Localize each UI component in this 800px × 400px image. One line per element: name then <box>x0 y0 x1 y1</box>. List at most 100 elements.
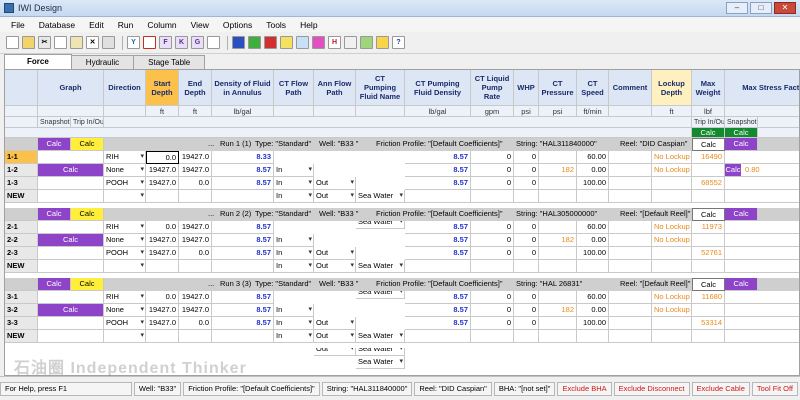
new-row-cell[interactable] <box>212 330 274 343</box>
new-row-cell[interactable] <box>38 260 104 273</box>
new-row-cell[interactable] <box>577 190 609 203</box>
cell-weight[interactable] <box>692 234 725 247</box>
cell-dir[interactable]: RIH <box>104 221 146 234</box>
cell-speed[interactable]: 60.00 <box>577 221 609 234</box>
new-row-cell[interactable] <box>179 190 212 203</box>
cell-rate[interactable]: 0 <box>471 304 514 317</box>
print-icon[interactable] <box>102 36 115 49</box>
cell-press[interactable] <box>539 177 577 190</box>
header-graph[interactable]: Graph <box>38 70 104 106</box>
new-row-cell[interactable] <box>314 330 356 343</box>
new-row-cell[interactable] <box>212 260 274 273</box>
cell-comment[interactable] <box>609 304 652 317</box>
new-row-cell[interactable] <box>471 260 514 273</box>
new-row-cell[interactable] <box>314 260 356 273</box>
header-ct-liquid-rate[interactable]: CT Liquid Pump Rate <box>471 70 514 106</box>
new-row-cell[interactable] <box>405 330 471 343</box>
cell-rate[interactable]: 0 <box>471 177 514 190</box>
cell-weight[interactable]: 52761 <box>692 247 725 260</box>
maximize-button[interactable]: □ <box>750 2 772 14</box>
new-row-cell[interactable] <box>104 190 146 203</box>
cell-press[interactable]: 182 <box>539 164 577 177</box>
cell-graph[interactable]: Calc <box>38 304 104 317</box>
cell-lockup[interactable] <box>652 177 692 190</box>
header-density[interactable]: Density of Fluid in Annulus <box>212 70 274 106</box>
cell-press[interactable] <box>539 151 577 164</box>
cell-fdens[interactable]: 8.57 <box>405 304 471 317</box>
grid-icon[interactable] <box>296 36 309 49</box>
new-row-cell[interactable] <box>274 330 314 343</box>
cell-rate[interactable]: 0 <box>471 234 514 247</box>
run-calc-trip-button[interactable]: Calc <box>71 208 104 221</box>
cell-dir[interactable]: None <box>104 234 146 247</box>
cell-speed[interactable]: 100.00 <box>577 247 609 260</box>
tab-force[interactable]: Force <box>4 54 72 69</box>
run-calc-snapshot-button[interactable]: Calc <box>38 138 71 151</box>
cell-whp[interactable]: 0 <box>514 291 539 304</box>
header-ann-flow[interactable]: Ann Flow Path <box>314 70 356 106</box>
cell-stress[interactable]: Calc 0.80 <box>725 164 799 177</box>
cell-id[interactable]: 3-3 <box>5 317 38 330</box>
cell-whp[interactable]: 0 <box>514 247 539 260</box>
menu-column[interactable]: Column <box>140 20 183 30</box>
new-row-cell[interactable] <box>179 330 212 343</box>
red-icon[interactable] <box>264 36 277 49</box>
cell-graph[interactable] <box>38 151 104 164</box>
close-button[interactable]: ✕ <box>774 2 796 14</box>
new-row-cell[interactable] <box>652 330 692 343</box>
cell-fluid[interactable]: Sea Water <box>356 356 405 369</box>
new-row-cell[interactable] <box>146 330 179 343</box>
cell-comment[interactable] <box>609 234 652 247</box>
new-file-icon[interactable] <box>6 36 19 49</box>
cell-lockup[interactable] <box>652 317 692 330</box>
menu-edit[interactable]: Edit <box>82 20 111 30</box>
cell-whp[interactable]: 0 <box>514 221 539 234</box>
bars-icon[interactable] <box>376 36 389 49</box>
cell-end[interactable]: 19427.0 <box>179 304 212 317</box>
status-tool-fit[interactable]: Tool Fit Off <box>751 381 798 396</box>
header-lockup[interactable]: Lockup Depth <box>652 70 692 106</box>
cell-graph[interactable] <box>38 221 104 234</box>
cell-weight[interactable]: 68552 <box>692 177 725 190</box>
list-icon[interactable] <box>207 36 220 49</box>
run-calc-stress-button[interactable]: Calc <box>725 138 758 151</box>
new-row-label[interactable]: NEW <box>5 330 38 343</box>
cell-id[interactable]: 3-2 <box>5 304 38 317</box>
tab-hydraulic[interactable]: Hydraulic <box>70 55 135 69</box>
open-folder-icon[interactable] <box>22 36 35 49</box>
new-row-cell[interactable] <box>725 190 799 203</box>
cell-comment[interactable] <box>609 221 652 234</box>
cell-speed[interactable]: 60.00 <box>577 291 609 304</box>
cell-stress[interactable] <box>725 177 799 190</box>
cell-start[interactable]: 19427.0 <box>146 234 179 247</box>
run-calc-weight-button[interactable]: Calc <box>692 138 725 151</box>
new-row-cell[interactable] <box>652 190 692 203</box>
new-row-cell[interactable] <box>38 190 104 203</box>
cell-start[interactable]: 19427.0 <box>146 177 179 190</box>
new-row-cell[interactable] <box>577 260 609 273</box>
cell-speed[interactable]: 100.00 <box>577 317 609 330</box>
cell-weight[interactable]: 16490 <box>692 151 725 164</box>
global-calc-weight-button[interactable]: Calc <box>692 128 725 138</box>
new-row-cell[interactable] <box>725 330 799 343</box>
new-row-cell[interactable] <box>274 190 314 203</box>
cell-fdens[interactable]: 8.57 <box>405 164 471 177</box>
cell-stress[interactable] <box>725 151 799 164</box>
green-icon[interactable] <box>248 36 261 49</box>
cell-lockup[interactable]: No Lockup <box>652 234 692 247</box>
cell-end[interactable]: 0.0 <box>179 247 212 260</box>
cell-press[interactable] <box>539 247 577 260</box>
cell-lockup[interactable]: No Lockup <box>652 164 692 177</box>
paste-icon[interactable] <box>70 36 83 49</box>
cell-graph[interactable] <box>38 247 104 260</box>
new-row-cell[interactable] <box>405 190 471 203</box>
cell-whp[interactable]: 0 <box>514 304 539 317</box>
cell-whp[interactable]: 0 <box>514 177 539 190</box>
new-row-cell[interactable] <box>38 330 104 343</box>
new-row-cell[interactable] <box>609 190 652 203</box>
new-row-cell[interactable] <box>514 190 539 203</box>
cell-lockup[interactable]: No Lockup <box>652 291 692 304</box>
cell-id[interactable]: 2-2 <box>5 234 38 247</box>
menu-help[interactable]: Help <box>293 20 324 30</box>
cell-whp[interactable]: 0 <box>514 234 539 247</box>
